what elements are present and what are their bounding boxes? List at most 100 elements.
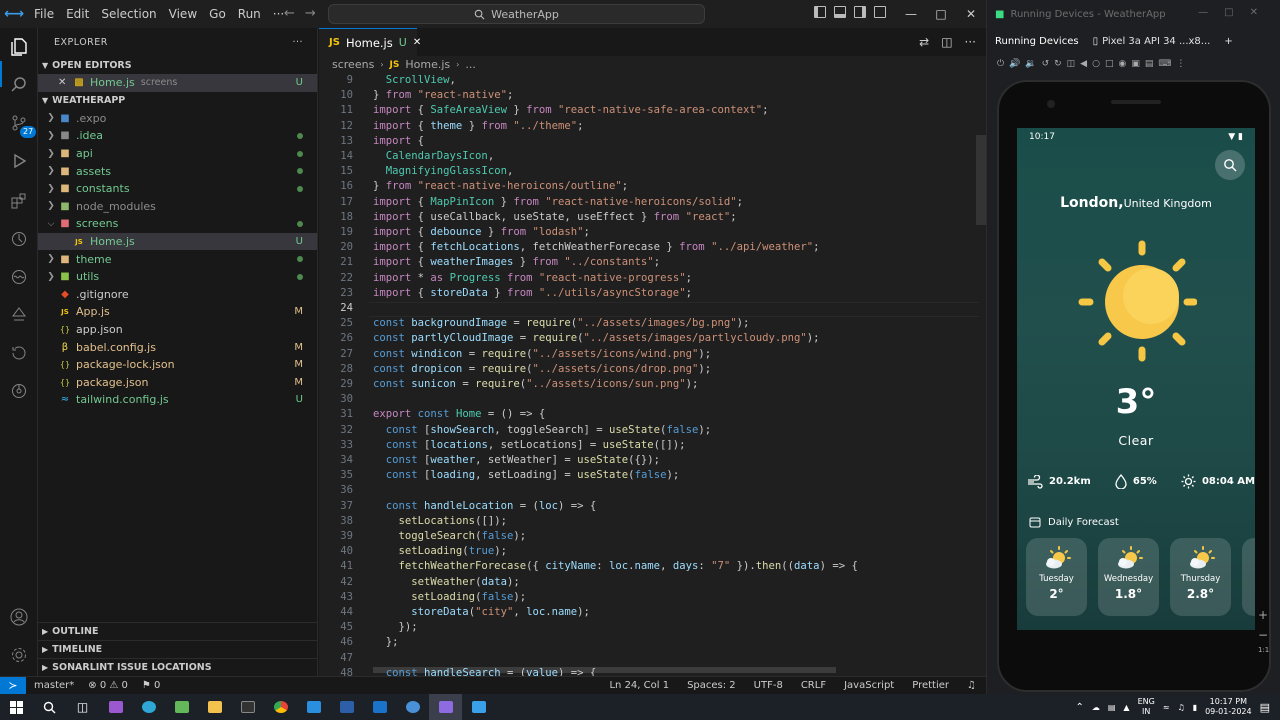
tray-cloud-icon[interactable]: ☁ (1092, 703, 1100, 712)
tray-network-icon[interactable]: ▲ (1123, 703, 1129, 712)
forecast-card[interactable]: Tuesday 2° (1026, 538, 1087, 616)
volume-up-icon[interactable]: 🔊 (1009, 59, 1020, 69)
volume-down-icon[interactable]: 🔉 (1025, 59, 1036, 69)
chrome-icon[interactable] (264, 694, 297, 720)
outline-section[interactable]: ▶ OUTLINE (38, 622, 318, 640)
minimize-icon[interactable]: — (896, 7, 926, 21)
outlook-icon[interactable] (363, 694, 396, 720)
back-icon[interactable]: ◀ (1080, 59, 1087, 69)
tray-chevron-up-icon[interactable]: ⌃ (1075, 702, 1083, 713)
tree-item[interactable]: JS Home.js U (38, 232, 317, 251)
open-editors-section[interactable]: ▼ OPEN EDITORS (38, 56, 317, 74)
more-actions-icon[interactable]: ··· (292, 37, 303, 48)
breadcrumb-symbol[interactable]: ... (465, 58, 476, 71)
search-icon[interactable] (8, 74, 30, 96)
screenshot-icon[interactable]: ◉ (1118, 59, 1126, 69)
language-mode[interactable]: JavaScript (844, 680, 894, 691)
add-device-icon[interactable]: + (1224, 36, 1232, 47)
encoding[interactable]: UTF-8 (754, 680, 783, 691)
rotate-right-icon[interactable]: ↻ (1054, 59, 1062, 69)
react-devtools-icon[interactable] (396, 694, 429, 720)
problems-count[interactable]: ⊗ 0 ⚠ 0 (88, 680, 128, 691)
menu-go[interactable]: Go (203, 0, 232, 28)
mirror-icon[interactable]: ▤ (1145, 59, 1154, 69)
settings-gear-icon[interactable] (8, 644, 30, 666)
code-editor[interactable]: 9 ScrollView, 10} from "react-native"; 11 i… (319, 73, 986, 676)
zoom-actual-icon[interactable]: 1:1 (1258, 646, 1269, 654)
zoom-out-icon[interactable]: − (1258, 628, 1269, 642)
run-debug-icon[interactable] (8, 150, 30, 172)
indentation[interactable]: Spaces: 2 (687, 680, 736, 691)
cursor-position[interactable]: Ln 24, Col 1 (609, 680, 669, 691)
back-arrow-icon[interactable]: ← (284, 6, 305, 21)
line-endings[interactable]: CRLF (801, 680, 826, 691)
tree-item[interactable]: ❯ ■ theme (38, 250, 317, 268)
android-emulator-icon[interactable] (429, 694, 462, 720)
taskbar-search-icon[interactable] (33, 694, 66, 720)
tree-item[interactable]: ◆ .gitignore (38, 286, 317, 304)
git-branch[interactable]: master* (34, 680, 74, 691)
menu-view[interactable]: View (163, 0, 203, 28)
powershell-icon[interactable] (330, 694, 363, 720)
maximize-icon[interactable]: □ (926, 7, 956, 21)
forecast-cards[interactable]: Tuesday 2° Wednesday 1.8° Thursday 2.8° Fr5 (1026, 538, 1255, 616)
menu-run[interactable]: Run (232, 0, 267, 28)
zoom-in-icon[interactable]: + (1258, 608, 1269, 622)
menu-edit[interactable]: Edit (60, 0, 95, 28)
more-actions-icon[interactable]: ··· (965, 35, 976, 49)
vscode-taskbar-icon[interactable] (297, 694, 330, 720)
fold-icon[interactable]: ◫ (1067, 59, 1076, 69)
tree-item[interactable]: {} package-lock.json M (38, 356, 317, 374)
sonarlint-section[interactable]: ▶ SONARLINT ISSUE LOCATIONS (38, 658, 318, 676)
app-window-icon[interactable] (462, 694, 495, 720)
close-icon[interactable]: ✕ (956, 7, 986, 21)
tab-running-devices[interactable]: Running Devices (995, 36, 1079, 47)
tree-item[interactable]: ❯ ■ .idea (38, 127, 317, 145)
breadcrumb-file[interactable]: Home.js (405, 58, 450, 71)
toggle-secondary-sidebar-icon[interactable] (854, 6, 866, 18)
tree-item[interactable]: JS App.js M (38, 303, 317, 321)
nav-arrows[interactable]: ←→ (284, 6, 326, 21)
battery-icon[interactable]: ▮ (1193, 703, 1197, 712)
clock[interactable]: 10:17 PM 09-01-2024 (1205, 697, 1252, 717)
forecast-card[interactable]: Fr5 (1242, 538, 1255, 616)
remote-indicator-icon[interactable]: ≻ (0, 676, 26, 695)
task-view-icon[interactable]: ◫ (66, 694, 99, 720)
emulator-window-controls[interactable]: —□✕ (1198, 7, 1274, 18)
deploy-icon[interactable] (8, 304, 30, 326)
tree-item[interactable]: ❯ ■ utils (38, 268, 317, 286)
notification-center-icon[interactable]: ▤ (1260, 701, 1270, 714)
file-explorer-icon[interactable] (198, 694, 231, 720)
rotate-left-icon[interactable]: ↺ (1042, 59, 1050, 69)
language-indicator[interactable]: ENG IN (1138, 697, 1155, 717)
tree-item[interactable]: ❯ ■ assets (38, 162, 317, 180)
remote-explorer-icon[interactable] (8, 228, 30, 250)
tree-item[interactable]: ❯ ■ node_modules (38, 198, 317, 216)
tree-item[interactable]: ⌵ ■ screens (38, 215, 317, 233)
notifications-bell-icon[interactable]: ♫ (967, 680, 976, 691)
tab-device[interactable]: Pixel 3a API 34 ...x8... (1102, 36, 1210, 47)
tree-item[interactable]: ≈ tailwind.config.js U (38, 391, 317, 409)
more-icon[interactable]: ⋮ (1176, 59, 1185, 69)
menu-selection[interactable]: Selection (95, 0, 162, 28)
tree-item[interactable]: ❯ ■ constants (38, 180, 317, 198)
visual-studio-icon[interactable] (99, 694, 132, 720)
split-editor-icon[interactable]: ◫ (941, 35, 952, 49)
power-icon[interactable]: ⏻ (997, 59, 1004, 69)
tree-item[interactable]: ❯ ■ .expo (38, 110, 317, 128)
ports-count[interactable]: ⚑ 0 (142, 680, 161, 691)
notepad-icon[interactable] (165, 694, 198, 720)
menu-file[interactable]: File (28, 0, 60, 28)
record-icon[interactable]: ▣ (1131, 59, 1140, 69)
terminal-icon[interactable] (231, 694, 264, 720)
forecast-card[interactable]: Wednesday 1.8° (1098, 538, 1159, 616)
accounts-icon[interactable] (8, 606, 30, 628)
tree-item[interactable]: {} app.json (38, 321, 317, 339)
explorer-icon[interactable] (8, 36, 30, 58)
tree-item[interactable]: β babel.config.js M (38, 338, 317, 356)
timeline-section[interactable]: ▶ TIMELINE (38, 640, 318, 658)
search-button[interactable] (1215, 150, 1245, 180)
forward-arrow-icon[interactable]: → (305, 6, 326, 21)
edge-icon[interactable] (132, 694, 165, 720)
toggle-panel-icon[interactable] (834, 6, 846, 18)
